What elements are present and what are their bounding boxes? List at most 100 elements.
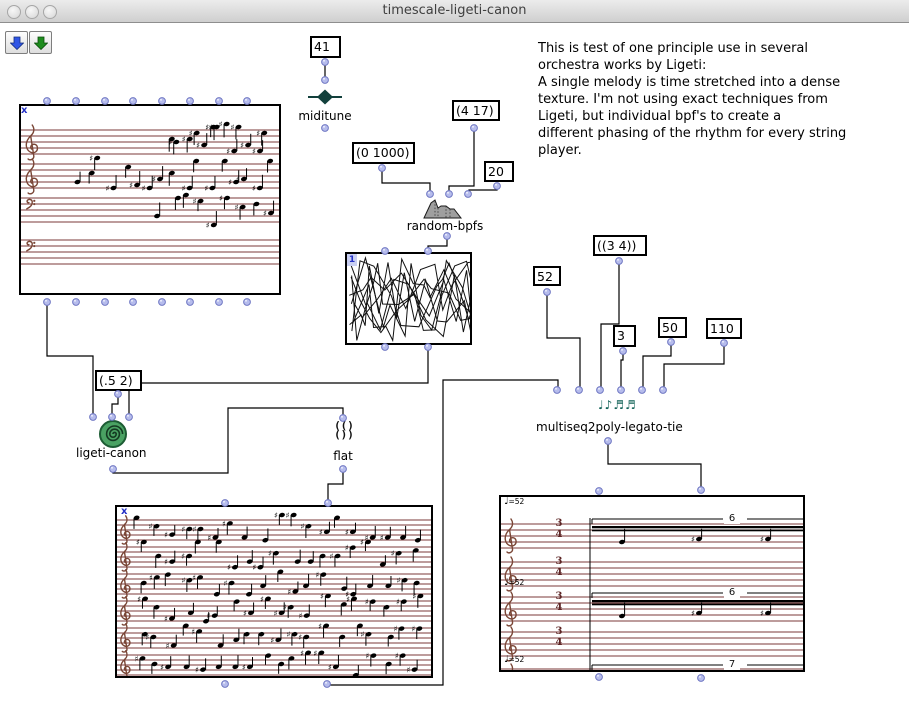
value-box-20[interactable]: 20 xyxy=(484,161,514,182)
connection-port[interactable] xyxy=(494,183,501,190)
connection-port[interactable] xyxy=(222,681,229,688)
connection-port[interactable] xyxy=(660,387,667,394)
connection-port[interactable] xyxy=(73,98,80,105)
connection-port[interactable] xyxy=(544,289,551,296)
connection-port[interactable] xyxy=(340,415,347,422)
connection-port[interactable] xyxy=(216,98,223,105)
close-box-icon[interactable]: x xyxy=(21,106,27,116)
connection-port[interactable] xyxy=(44,299,51,306)
patch-cord[interactable] xyxy=(428,238,447,249)
connection-port[interactable] xyxy=(322,77,329,84)
connection-port[interactable] xyxy=(187,299,194,306)
connection-port[interactable] xyxy=(596,674,603,681)
flat-icon[interactable]: (() ()) xyxy=(329,421,359,439)
value-box-110[interactable]: 110 xyxy=(706,318,742,339)
connection-port[interactable] xyxy=(109,414,116,421)
connection-port[interactable] xyxy=(605,438,612,445)
value-box-41[interactable]: 41 xyxy=(310,36,341,58)
connection-port[interactable] xyxy=(554,387,561,394)
bpf-editor[interactable] xyxy=(345,252,472,345)
patch-cord[interactable] xyxy=(47,304,93,415)
flat-label: flat xyxy=(329,449,357,463)
patch-cord[interactable] xyxy=(643,344,671,388)
connection-port[interactable] xyxy=(340,466,347,473)
connection-port[interactable] xyxy=(721,340,728,347)
connection-port[interactable] xyxy=(110,466,117,473)
connection-port[interactable] xyxy=(379,165,386,172)
value-box-05-2[interactable]: (.5 2) xyxy=(95,370,142,391)
connection-port[interactable] xyxy=(471,125,478,132)
connection-port[interactable] xyxy=(698,487,705,494)
connection-port[interactable] xyxy=(325,500,332,507)
value-box-3[interactable]: 3 xyxy=(613,325,636,347)
value-box-4-17[interactable]: (4 17) xyxy=(452,100,500,121)
connection-port[interactable] xyxy=(698,675,705,682)
patch-cord[interactable] xyxy=(547,294,580,388)
connection-port[interactable] xyxy=(639,387,646,394)
connection-port[interactable] xyxy=(618,387,625,394)
value-box-52[interactable]: 52 xyxy=(533,266,561,286)
connection-port[interactable] xyxy=(382,344,389,351)
connection-port[interactable] xyxy=(159,98,166,105)
connection-port[interactable] xyxy=(620,348,627,355)
patch-cord[interactable] xyxy=(142,349,428,383)
connection-port[interactable] xyxy=(597,387,604,394)
connection-port[interactable] xyxy=(382,248,389,255)
connection-port[interactable] xyxy=(244,299,251,306)
patch-cord[interactable] xyxy=(664,345,724,388)
connection-port[interactable] xyxy=(159,299,166,306)
connection-port[interactable] xyxy=(187,98,194,105)
connection-port[interactable] xyxy=(44,98,51,105)
connection-port[interactable] xyxy=(425,248,432,255)
patch-cord[interactable] xyxy=(382,170,430,192)
patch-cord[interactable] xyxy=(113,408,343,473)
score-editor-source[interactable]: ♯♯♯♯♯♯♯♯♯♯♯♯♯♯♯♯♯♯♯♯♯♯♯♯♯♯♯ xyxy=(19,104,281,295)
connection-port[interactable] xyxy=(115,391,122,398)
close-box-icon[interactable]: x xyxy=(121,507,127,517)
miditune-icon[interactable] xyxy=(308,88,342,106)
value-box-50[interactable]: 50 xyxy=(658,317,687,338)
patch-cord[interactable] xyxy=(449,130,474,192)
patch-cord[interactable] xyxy=(608,443,701,488)
connection-port[interactable] xyxy=(126,414,133,421)
connection-port[interactable] xyxy=(446,191,453,198)
import-button[interactable] xyxy=(5,31,28,54)
connection-port[interactable] xyxy=(90,414,97,421)
connection-port[interactable] xyxy=(324,681,331,688)
time-signature-upper: 3 xyxy=(553,556,565,567)
connection-port[interactable] xyxy=(427,191,434,198)
connection-port[interactable] xyxy=(616,258,623,265)
connection-port[interactable] xyxy=(322,125,329,132)
value-box-3-4[interactable]: ((3 4)) xyxy=(593,235,647,256)
connection-port[interactable] xyxy=(216,299,223,306)
connection-port[interactable] xyxy=(668,339,675,346)
value-box-0-1000[interactable]: (0 1000) xyxy=(352,142,415,164)
svg-text:♯: ♯ xyxy=(760,609,764,618)
multiseq2poly-icon[interactable]: ♩♪♬♬ xyxy=(598,398,637,412)
multiseq-score-editor[interactable]: ♯♯♯♯ xyxy=(499,495,805,672)
connection-port[interactable] xyxy=(130,299,137,306)
svg-text:♯: ♯ xyxy=(168,138,172,147)
connection-port[interactable] xyxy=(444,233,451,240)
random-bpfs-icon[interactable] xyxy=(423,198,469,220)
svg-text:♯: ♯ xyxy=(760,535,764,544)
patch-cord[interactable] xyxy=(328,471,343,501)
connection-port[interactable] xyxy=(322,59,329,66)
score-editor-canon[interactable]: ♯♯♯♯♯♯♯♯♯♯♯♯♯♯♯♯♯♯♯♯♯♯♯♯♯♯♯♯♯♯♯♯♯♯♯♯♯♯♯♯… xyxy=(115,505,433,678)
export-button[interactable] xyxy=(29,31,52,54)
connection-port[interactable] xyxy=(465,191,472,198)
connection-port[interactable] xyxy=(102,299,109,306)
svg-text:♯: ♯ xyxy=(313,649,317,658)
connection-port[interactable] xyxy=(130,98,137,105)
patch-cord[interactable] xyxy=(112,396,118,415)
connection-port[interactable] xyxy=(425,344,432,351)
patch-cord[interactable] xyxy=(469,188,497,192)
connection-port[interactable] xyxy=(73,299,80,306)
svg-text:♯: ♯ xyxy=(219,194,223,203)
connection-port[interactable] xyxy=(244,98,251,105)
patch-cord[interactable] xyxy=(621,353,623,388)
connection-port[interactable] xyxy=(576,387,583,394)
connection-port[interactable] xyxy=(596,488,603,495)
connection-port[interactable] xyxy=(102,98,109,105)
connection-port[interactable] xyxy=(222,500,229,507)
